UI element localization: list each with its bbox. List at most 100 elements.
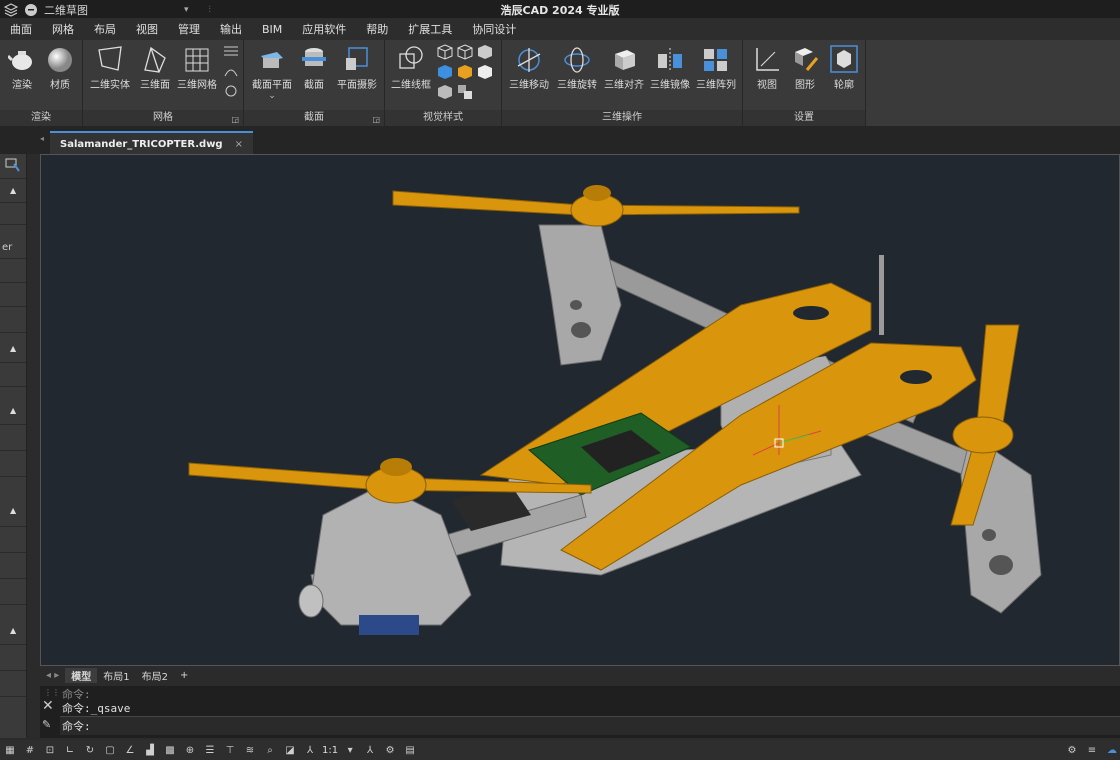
grid-display-icon[interactable]: # — [22, 742, 38, 758]
osnap-icon[interactable]: ▢ — [102, 742, 118, 758]
chevron-down-icon[interactable]: ▾ — [342, 742, 358, 758]
add-layout-button[interactable]: + — [174, 670, 194, 681]
chevron-down-icon[interactable]: ⌄ — [248, 91, 296, 101]
gear-icon[interactable]: ⚙ — [1064, 742, 1080, 758]
close-icon[interactable]: ✕ — [42, 698, 54, 714]
left-palette: ▲ er ▲ ▲ ▲ ▲ — [0, 154, 27, 738]
grid-icon[interactable]: ▦ — [2, 742, 18, 758]
align-3d-button[interactable]: 三维对齐 — [602, 44, 646, 91]
snap-icon[interactable]: ⊡ — [42, 742, 58, 758]
face-3d-button[interactable]: 三维面 — [135, 44, 175, 91]
annotation-icon[interactable]: ⊤ — [222, 742, 238, 758]
wireframe-2d-button[interactable]: 二维线框 — [389, 44, 433, 91]
material-button[interactable]: 材质 — [44, 44, 76, 91]
menu-layout[interactable]: 布局 — [84, 21, 126, 37]
menu-mesh[interactable]: 网格 — [42, 21, 84, 37]
model-viewport[interactable] — [40, 154, 1120, 666]
panel-expand-icon[interactable]: ◲ — [372, 115, 380, 124]
menu-help[interactable]: 帮助 — [356, 21, 398, 37]
ribbon: 渲染 材质 渲染 二维实体 三维面 三维网格 网格 ◲ 截面平面 ⌄ 截面 平面… — [0, 40, 1120, 127]
layout-scroll-icon[interactable]: ◂ ▸ — [40, 670, 65, 681]
rotate-3d-button[interactable]: 三维旋转 — [554, 44, 600, 91]
solid-2d-button[interactable]: 二维实体 — [87, 44, 133, 91]
tab-layout2[interactable]: 布局2 — [136, 668, 174, 683]
panel-expand-icon[interactable]: ◲ — [231, 115, 239, 124]
cloud-icon[interactable]: ☁ — [1104, 742, 1120, 758]
ortho-icon[interactable]: ∟ — [62, 742, 78, 758]
menu-surface[interactable]: 曲面 — [0, 21, 42, 37]
document-tab[interactable]: Salamander_TRICOPTER.dwg × — [50, 131, 253, 155]
flatshot-button[interactable]: 平面摄影 — [334, 44, 380, 91]
section-plane-icon — [261, 52, 283, 68]
panel-settings: 视图 图形 轮廓 设置 — [743, 40, 866, 126]
cube-blue-icon[interactable] — [437, 64, 453, 80]
tab-layout1[interactable]: 布局1 — [97, 668, 135, 683]
menu-bim[interactable]: BIM — [252, 23, 292, 36]
array-3d-button[interactable]: 三维阵列 — [694, 44, 738, 91]
render-button[interactable]: 渲染 — [6, 44, 38, 91]
document-tab-name: Salamander_TRICOPTER.dwg — [60, 138, 223, 150]
annotation-visibility-icon[interactable]: ⅄ — [362, 742, 378, 758]
cube-shaded-icon[interactable] — [437, 84, 453, 100]
select-cursor-icon[interactable] — [5, 158, 21, 172]
section-plane-button[interactable]: 截面平面 ⌄ — [248, 44, 296, 101]
layers-icon[interactable]: ≋ — [242, 742, 258, 758]
profile-button[interactable]: 轮廓 — [827, 44, 861, 91]
mesh-3d-button[interactable]: 三维网格 — [175, 44, 219, 91]
menu-apps[interactable]: 应用软件 — [292, 21, 356, 37]
selection-cycle-icon[interactable]: ⊕ — [182, 742, 198, 758]
view-button[interactable]: 视图 — [749, 44, 785, 91]
workspace-icon[interactable]: ⚙ — [382, 742, 398, 758]
menu-bar: 曲面 网格 布局 视图 管理 输出 BIM 应用软件 帮助 扩展工具 协同设计 — [0, 18, 1120, 40]
collapse-up-icon[interactable]: ▲ — [10, 406, 16, 415]
antenna — [879, 255, 884, 335]
section-button[interactable]: 截面 — [298, 44, 330, 91]
command-prompt: 命令: — [62, 720, 91, 733]
cube-gray-icon[interactable] — [477, 44, 493, 60]
move-3d-button[interactable]: 三维移动 — [506, 44, 552, 91]
transparency-icon[interactable]: ▩ — [162, 742, 178, 758]
mesh-small-icon-2[interactable] — [223, 64, 239, 78]
pencil-icon[interactable]: ✎ — [42, 718, 51, 731]
menu-output[interactable]: 输出 — [210, 21, 252, 37]
drag-handle-icon[interactable]: ⋮⋮ — [44, 688, 60, 697]
cube-orange-icon[interactable] — [457, 64, 473, 80]
dynamic-ucs-icon[interactable]: ▟ — [142, 742, 158, 758]
polar-icon[interactable]: ↻ — [82, 742, 98, 758]
mesh-3d-icon — [185, 48, 209, 72]
annotation-scale-icon[interactable]: ⅄ — [302, 742, 318, 758]
cube-hidden-icon[interactable] — [457, 44, 473, 60]
tricopter-model[interactable] — [41, 155, 1119, 665]
panel-3d-ops: 三维移动 三维旋转 三维对齐 三维镜像 三维阵列 三维操作 — [502, 40, 743, 126]
command-input[interactable]: 命令: — [60, 716, 1120, 735]
tab-scroll-left-icon[interactable]: ◂ — [40, 134, 44, 143]
close-icon[interactable]: × — [235, 139, 243, 150]
otrack-icon[interactable]: ∠ — [122, 742, 138, 758]
collapse-up-icon[interactable]: ▲ — [10, 344, 16, 353]
document-tab-bar: ◂ Salamander_TRICOPTER.dwg × — [0, 126, 1120, 155]
collapse-up-icon[interactable]: ▲ — [10, 186, 16, 195]
left-panel-text: er — [2, 242, 13, 253]
right-mount-hole — [982, 529, 996, 541]
scale-value[interactable]: 1:1 — [322, 745, 338, 756]
mesh-small-icon-3[interactable] — [223, 84, 239, 98]
viewport-icon[interactable]: ◪ — [282, 742, 298, 758]
menu-collab[interactable]: 协同设计 — [462, 21, 526, 37]
cube-wire-icon[interactable] — [437, 44, 453, 60]
cube-multi-icon[interactable] — [457, 84, 473, 100]
table-icon[interactable]: ▤ — [402, 742, 418, 758]
collapse-up-icon[interactable]: ▲ — [10, 626, 16, 635]
zoom-icon[interactable]: ⌕ — [262, 742, 278, 758]
mirror-3d-button[interactable]: 三维镜像 — [648, 44, 692, 91]
collapse-up-icon[interactable]: ▲ — [10, 506, 16, 515]
lineweight-icon[interactable]: ☰ — [202, 742, 218, 758]
panel-label-render: 渲染 — [0, 110, 82, 126]
graphics-button[interactable]: 图形 — [787, 44, 823, 91]
menu-extensions[interactable]: 扩展工具 — [398, 21, 462, 37]
mesh-small-icon-1[interactable] — [223, 44, 239, 58]
tab-model[interactable]: 模型 — [65, 667, 98, 683]
cube-white-icon[interactable] — [477, 64, 493, 80]
menu-manage[interactable]: 管理 — [168, 21, 210, 37]
menu-view[interactable]: 视图 — [126, 21, 168, 37]
customize-icon[interactable]: ≡ — [1084, 742, 1100, 758]
